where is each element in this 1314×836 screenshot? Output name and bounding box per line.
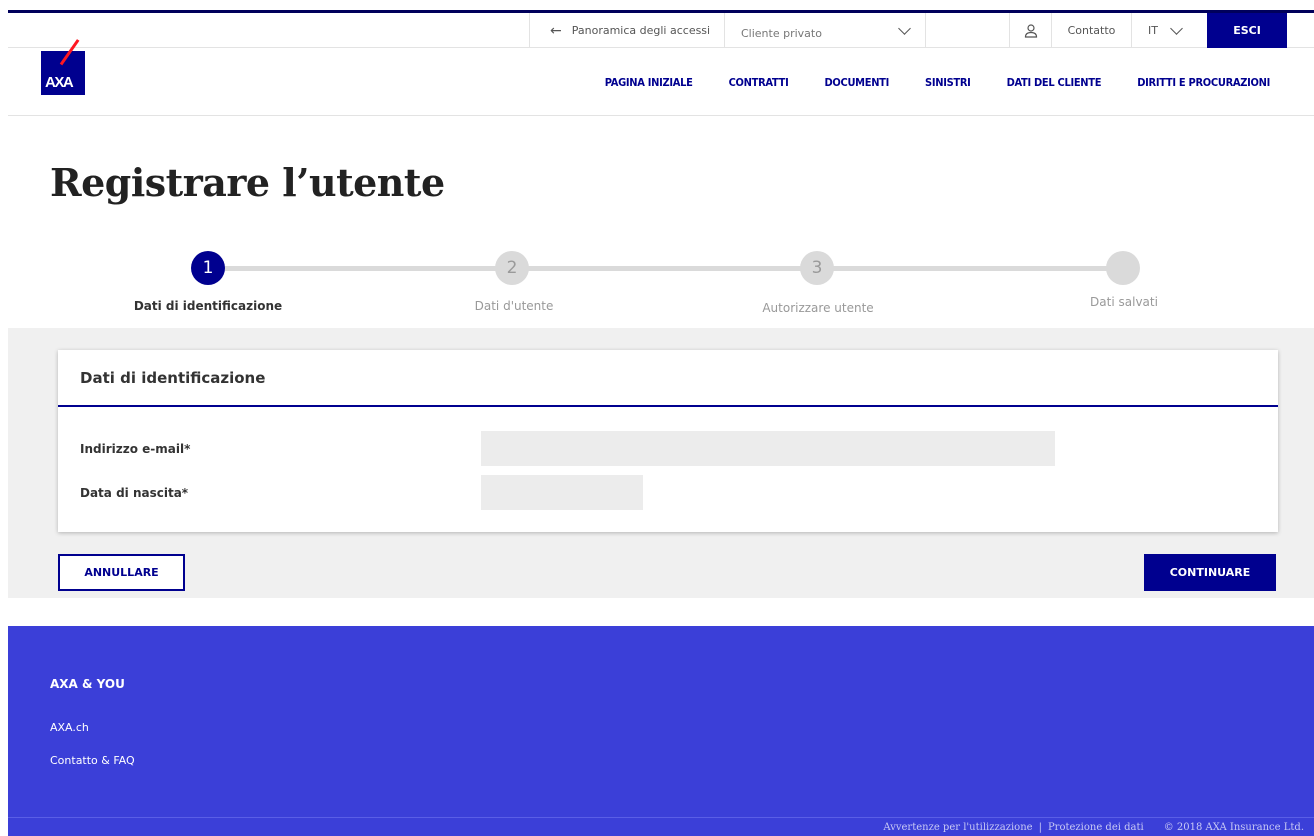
utility-bar: ← Panoramica degli accessi Cliente priva… <box>8 10 1314 48</box>
contact-link[interactable]: Contatto <box>1051 13 1131 48</box>
nav-item-rights[interactable]: DIRITTI E PROCURAZIONI <box>1137 76 1270 89</box>
footer-link-privacy[interactable]: Protezione dei dati <box>1048 822 1144 833</box>
step-2-circle: 2 <box>495 251 529 285</box>
page: ← Panoramica degli accessi Cliente priva… <box>8 10 1314 836</box>
email-field[interactable] <box>481 431 1055 466</box>
nav-item-claims[interactable]: SINISTRI <box>925 76 971 89</box>
step-2-label: Dati d'utente <box>474 299 554 313</box>
page-title: Registrare l’utente <box>50 160 445 205</box>
step-4-label: Dati salvati <box>1090 295 1158 309</box>
continue-button[interactable]: CONTINUARE <box>1144 554 1276 591</box>
progress-stepper: 1 2 3 Dati di identificazione Dati d'ute… <box>8 248 1314 328</box>
chevron-down-icon <box>898 21 911 35</box>
back-to-overview-link[interactable]: ← Panoramica degli accessi <box>529 13 724 48</box>
back-to-overview-label: Panoramica degli accessi <box>571 24 711 37</box>
footer-separator: | <box>1038 821 1042 833</box>
language-value: IT <box>1148 24 1158 37</box>
birthdate-label: Data di nascita* <box>80 485 189 500</box>
client-type-value: Cliente privato <box>741 27 822 40</box>
nav-item-documents[interactable]: DOCUMENTI <box>824 76 889 89</box>
contact-label: Contatto <box>1067 24 1116 37</box>
user-account-button[interactable] <box>1009 13 1051 48</box>
email-label: Indirizzo e-mail* <box>80 441 191 456</box>
email-row: Indirizzo e-mail* <box>80 431 1055 466</box>
nav-item-client-data[interactable]: DATI DEL CLIENTE <box>1007 76 1102 89</box>
step-3-circle: 3 <box>800 251 834 285</box>
stepper-track <box>218 266 1130 271</box>
footer-legal-bar: Avvertenze per l'utilizzazione | Protezi… <box>8 817 1314 836</box>
nav-item-home[interactable]: PAGINA INIZIALE <box>605 76 693 89</box>
chevron-down-icon <box>1170 21 1183 35</box>
arrow-left-icon: ← <box>550 22 562 39</box>
footer: AXA & YOU AXA.ch Contatto & FAQ Avverten… <box>8 626 1314 836</box>
footer-title: AXA & YOU <box>50 677 125 691</box>
user-icon <box>1024 23 1037 38</box>
step-4-circle <box>1106 251 1140 285</box>
client-type-select[interactable]: Cliente privato <box>724 13 925 48</box>
logo-text: AXA <box>45 74 74 91</box>
axa-logo[interactable]: AXA <box>41 39 85 95</box>
card-title: Dati di identificazione <box>58 350 1278 407</box>
birthdate-row: Data di nascita* <box>80 475 643 510</box>
step-3-label: Autorizzare utente <box>762 301 874 315</box>
step-1-label: Dati di identificazione <box>133 299 283 313</box>
identification-card: Dati di identificazione Indirizzo e-mail… <box>58 350 1278 532</box>
form-section: Dati di identificazione Indirizzo e-mail… <box>8 328 1314 598</box>
logout-button[interactable]: ESCI <box>1207 13 1287 48</box>
nav-links: PAGINA INIZIALE CONTRATTI DOCUMENTI SINI… <box>569 76 1271 89</box>
step-1-circle: 1 <box>191 251 225 285</box>
main-navigation: AXA PAGINA INIZIALE CONTRATTI DOCUMENTI … <box>8 39 1314 116</box>
footer-copyright: © 2018 AXA Insurance Ltd. <box>1163 821 1304 833</box>
language-select[interactable]: IT <box>1131 13 1207 48</box>
birthdate-field[interactable] <box>481 475 643 510</box>
footer-link-contact-faq[interactable]: Contatto & FAQ <box>50 754 135 767</box>
nav-item-contracts[interactable]: CONTRATTI <box>729 76 789 89</box>
footer-link-terms[interactable]: Avvertenze per l'utilizzazione <box>883 822 1032 833</box>
footer-link-axa[interactable]: AXA.ch <box>50 721 89 734</box>
cancel-button[interactable]: ANNULLARE <box>58 554 185 591</box>
